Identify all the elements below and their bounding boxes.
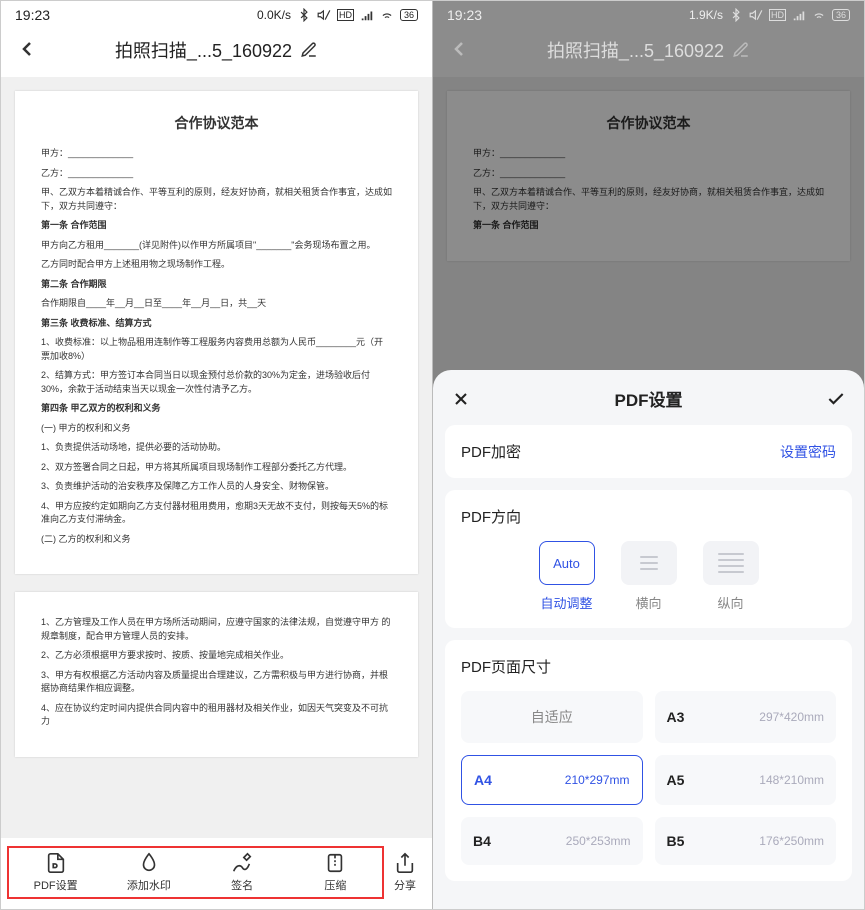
- pdf-settings-button[interactable]: PDF设置: [9, 848, 102, 897]
- document-page-1: 合作协议范本 甲方：_____________ 乙方：_____________…: [15, 91, 418, 574]
- sheet-header: PDF设置: [445, 384, 852, 425]
- pdf-settings-sheet: PDF设置 PDF加密 设置密码 PDF方向 Auto 自动调整: [433, 370, 864, 909]
- size-a3[interactable]: A3297*420mm: [655, 691, 837, 743]
- compress-button[interactable]: 压缩: [289, 848, 382, 897]
- sheet-title: PDF设置: [615, 386, 683, 411]
- bluetooth-icon: [729, 8, 743, 22]
- tool-group-highlight: PDF设置 添加水印 签名 压缩: [7, 846, 384, 899]
- wifi-icon: [380, 8, 394, 22]
- battery-icon: 36: [400, 9, 418, 21]
- header: 拍照扫描_...5_160922: [433, 27, 864, 77]
- phone-right: 19:23 1.9K/s HD 36 拍照扫描_...5_160922 合作协议…: [432, 1, 864, 909]
- orientation-auto[interactable]: Auto 自动调整: [539, 541, 595, 612]
- sign-icon: [231, 852, 253, 874]
- bluetooth-icon: [297, 8, 311, 22]
- size-a5[interactable]: A5148*210mm: [655, 755, 837, 805]
- mute-icon: [317, 8, 331, 22]
- encrypt-label: PDF加密: [461, 441, 521, 462]
- edit-icon[interactable]: [300, 41, 318, 59]
- confirm-icon[interactable]: [826, 389, 846, 409]
- orientation-portrait[interactable]: 纵向: [703, 541, 759, 612]
- signal-icon: [360, 8, 374, 22]
- title-text: 拍照扫描_...5_160922: [547, 37, 724, 63]
- encrypt-card: PDF加密 设置密码: [445, 425, 852, 478]
- size-b4[interactable]: B4250*253mm: [461, 817, 643, 865]
- document-preview[interactable]: 合作协议范本 甲方：_____________ 乙方：_____________…: [1, 77, 432, 838]
- orientation-landscape[interactable]: 横向: [621, 541, 677, 612]
- close-icon[interactable]: [451, 389, 471, 409]
- direction-card: PDF方向 Auto 自动调整 横向 纵向: [445, 490, 852, 628]
- header: 拍照扫描_...5_160922: [1, 27, 432, 77]
- signature-button[interactable]: 签名: [196, 848, 289, 897]
- document-page-2: 1、乙方管理及工作人员在甲方场所活动期间，应遵守国家的法律法规，自觉遵守甲方 的…: [15, 592, 418, 757]
- size-label: PDF页面尺寸: [461, 656, 836, 677]
- page-title: 拍照扫描_...5_160922: [547, 37, 750, 63]
- size-card: PDF页面尺寸 自适应 A3297*420mm A4210*297mm A514…: [445, 640, 852, 881]
- page-title: 拍照扫描_...5_160922: [115, 37, 318, 63]
- zip-icon: [324, 852, 346, 874]
- mute-icon: [749, 8, 763, 22]
- size-b5[interactable]: B5176*250mm: [655, 817, 837, 865]
- net-speed: 0.0K/s: [257, 8, 291, 22]
- watermark-button[interactable]: 添加水印: [102, 848, 195, 897]
- status-bar: 19:23 1.9K/s HD 36: [433, 1, 864, 27]
- direction-label: PDF方向: [461, 506, 836, 527]
- set-password-link[interactable]: 设置密码: [780, 442, 836, 462]
- status-right: 1.9K/s HD 36: [689, 8, 850, 22]
- title-text: 拍照扫描_...5_160922: [115, 37, 292, 63]
- back-icon[interactable]: [447, 37, 471, 61]
- share-icon: [394, 852, 416, 874]
- hd-icon: HD: [769, 9, 786, 21]
- wifi-icon: [812, 8, 826, 22]
- status-time: 19:23: [15, 7, 50, 23]
- bottom-toolbar: PDF设置 添加水印 签名 压缩 分享: [1, 838, 432, 909]
- size-fit[interactable]: 自适应: [461, 691, 643, 743]
- hd-icon: HD: [337, 9, 354, 21]
- signal-icon: [792, 8, 806, 22]
- status-time: 19:23: [447, 7, 482, 23]
- water-icon: [138, 852, 160, 874]
- net-speed: 1.9K/s: [689, 8, 723, 22]
- size-a4[interactable]: A4210*297mm: [461, 755, 643, 805]
- share-button[interactable]: 分享: [384, 848, 426, 897]
- phone-left: 19:23 0.0K/s HD 36 拍照扫描_...5_160922 合作协议…: [1, 1, 432, 909]
- status-right: 0.0K/s HD 36: [257, 8, 418, 22]
- pdf-icon: [45, 852, 67, 874]
- doc-title: 合作协议范本: [41, 113, 392, 133]
- back-icon[interactable]: [15, 37, 39, 61]
- battery-icon: 36: [832, 9, 850, 21]
- status-bar: 19:23 0.0K/s HD 36: [1, 1, 432, 27]
- edit-icon[interactable]: [732, 41, 750, 59]
